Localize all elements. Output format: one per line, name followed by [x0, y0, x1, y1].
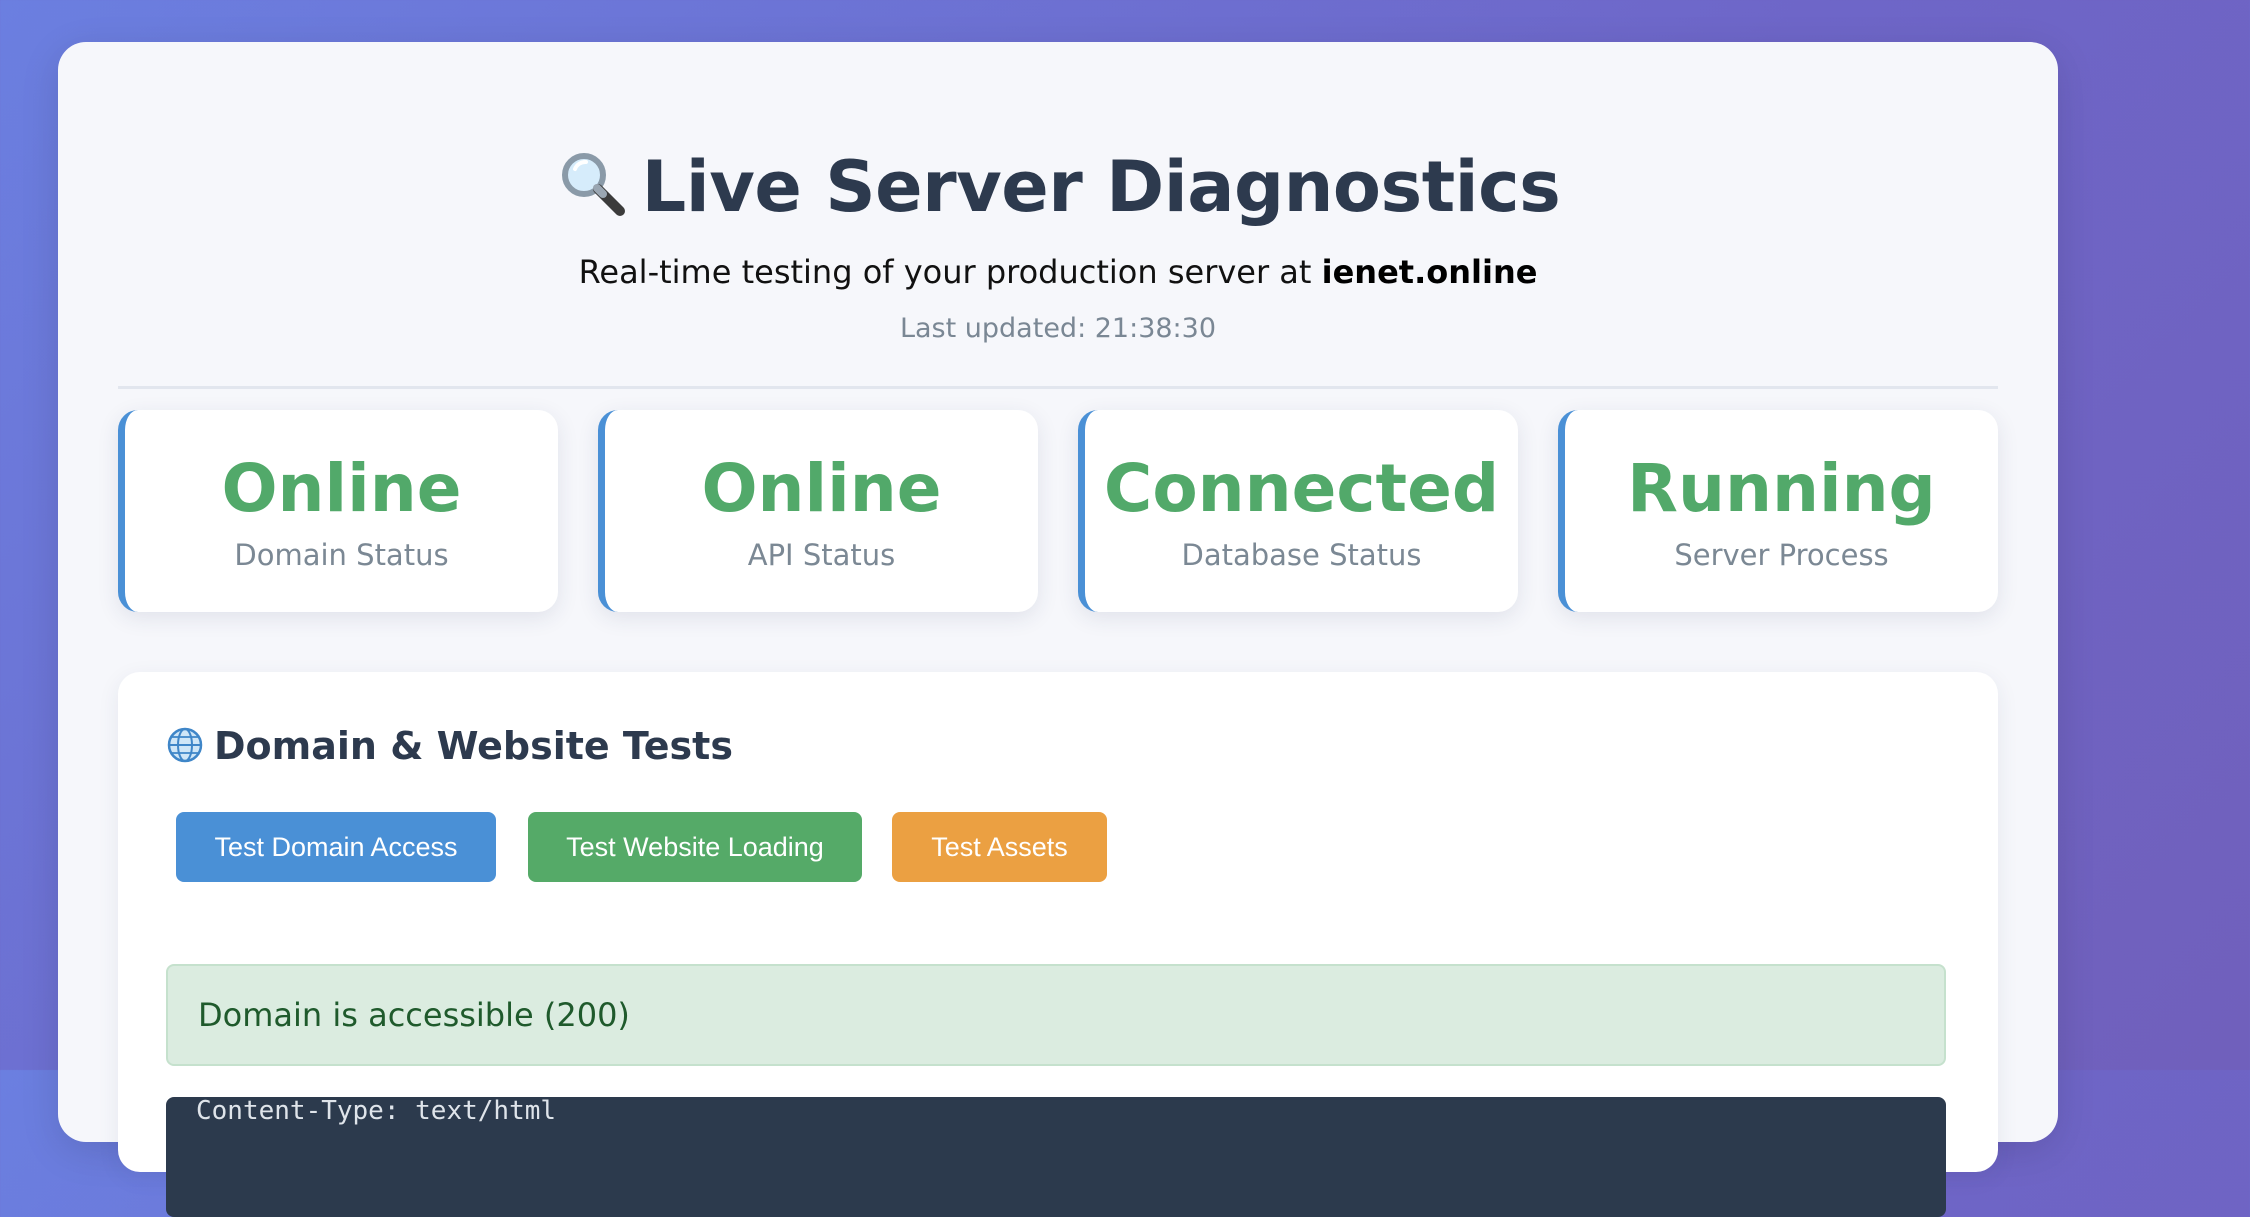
- last-updated-timestamp: Last updated: 21:38:30: [899, 313, 1217, 344]
- page-header: Live Server Diagnostics Real-time testin…: [118, 102, 1998, 389]
- section-title: Domain & Website Tests: [166, 722, 733, 770]
- status-card-api: Online API Status: [598, 410, 1038, 612]
- status-value: Online: [701, 450, 942, 527]
- status-label: Database Status: [1181, 538, 1422, 572]
- magnifying-glass-icon: [561, 153, 625, 216]
- page-subtitle: Real-time testing of your production ser…: [118, 252, 1998, 292]
- status-cards: Online Domain Status Online API Status C…: [118, 410, 1998, 612]
- status-label: API Status: [747, 538, 896, 572]
- diagnostics-panel: Live Server Diagnostics Real-time testin…: [58, 42, 2058, 1217]
- status-card-domain: Online Domain Status: [118, 410, 558, 612]
- status-value: Running: [1627, 450, 1936, 527]
- status-label: Domain Status: [234, 538, 449, 572]
- page-title: Live Server Diagnostics: [118, 147, 1998, 227]
- status-card-database: Connected Database Status: [1078, 410, 1518, 612]
- status-value: Online: [221, 450, 462, 527]
- status-card-server-process: Running Server Process: [1558, 410, 1998, 612]
- test-result-message: Domain is accessible (200): [166, 964, 1946, 1066]
- subtitle-text: Real-time testing of your production ser…: [578, 253, 1322, 291]
- test-assets-button[interactable]: Test Assets: [892, 812, 1107, 882]
- globe-icon: [167, 727, 203, 763]
- header-divider: [118, 386, 1998, 389]
- server-domain: ienet.online: [1321, 253, 1538, 291]
- section-title-text: Domain & Website Tests: [214, 724, 733, 768]
- domain-website-tests-section: Domain & Website Tests Test Domain Acces…: [118, 672, 1998, 1217]
- page-title-text: Live Server Diagnostics: [641, 146, 1561, 228]
- status-value: Connected: [1103, 450, 1500, 527]
- response-output: Content-Type: text/html: [166, 1097, 1946, 1217]
- status-label: Server Process: [1674, 538, 1889, 572]
- response-output-text: Content-Type: text/html: [196, 1097, 557, 1126]
- test-domain-access-button[interactable]: Test Domain Access: [176, 812, 496, 882]
- test-website-loading-button[interactable]: Test Website Loading: [528, 812, 862, 882]
